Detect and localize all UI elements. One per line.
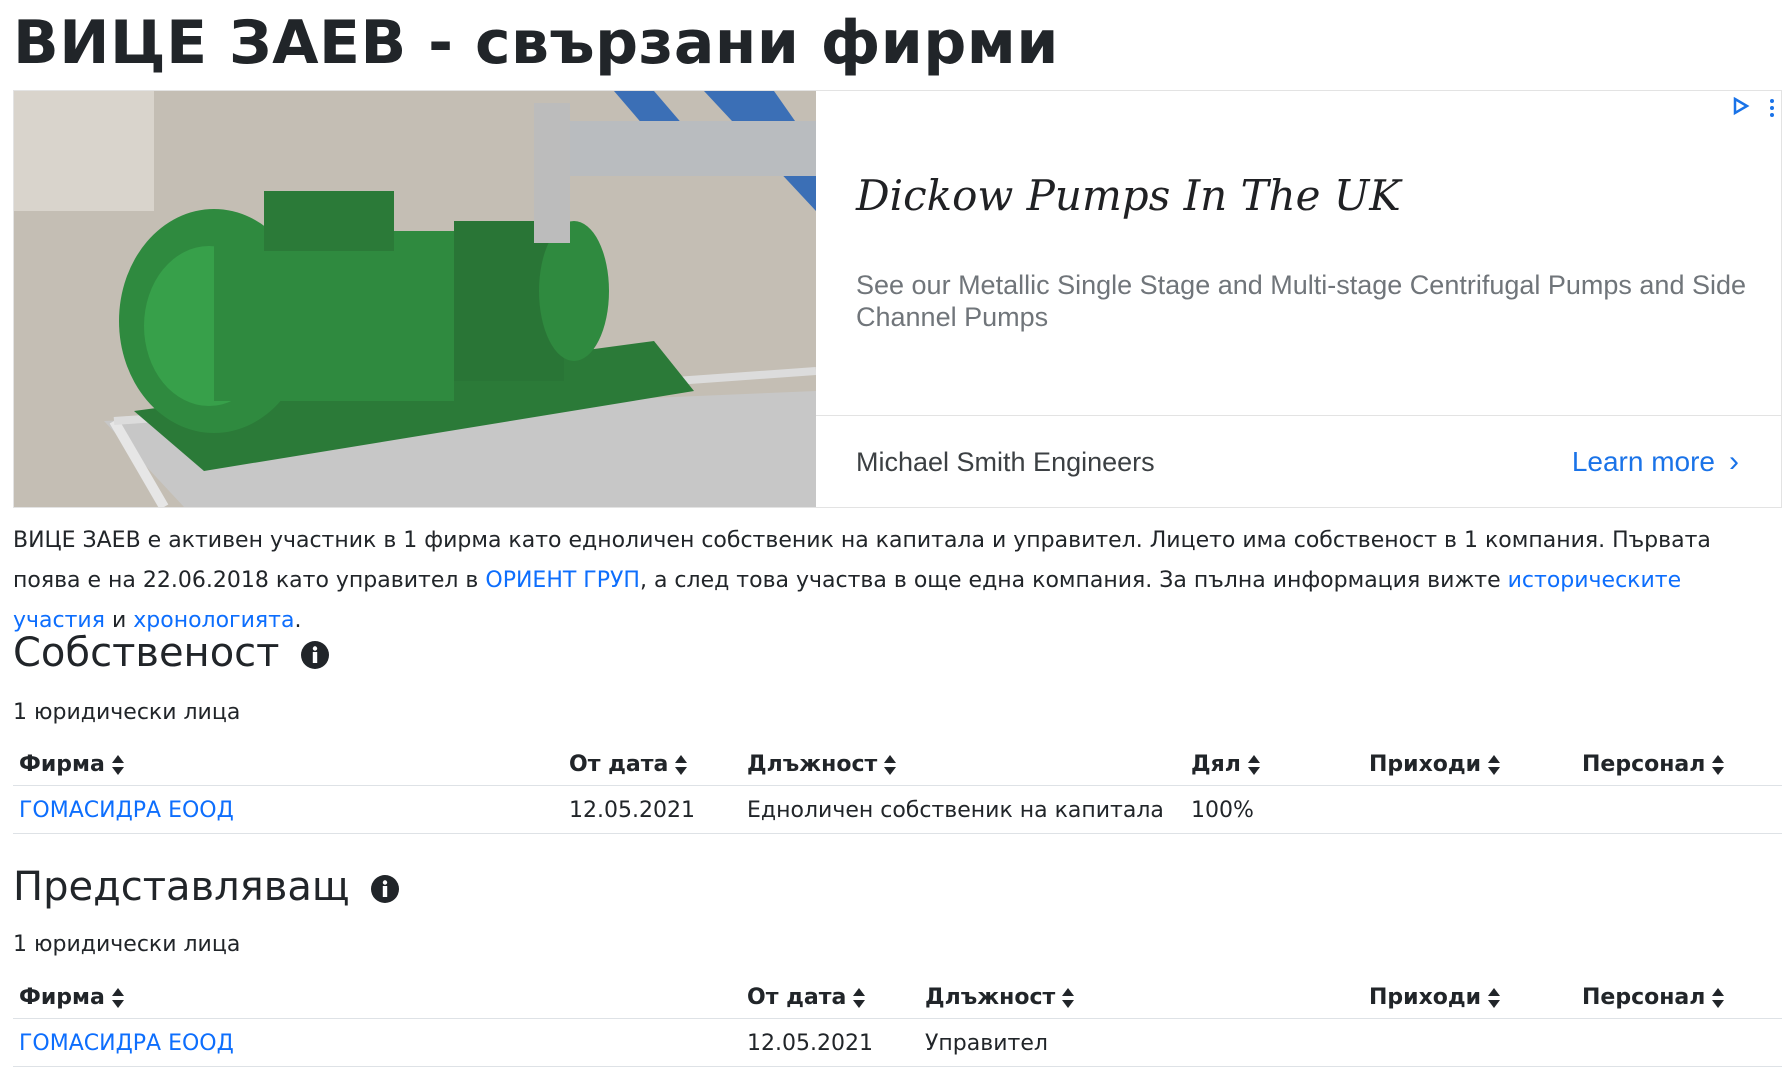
company-link[interactable]: ГОМАСИДРА ЕООД — [19, 1031, 234, 1056]
sort-icon[interactable] — [1487, 987, 1501, 1009]
staff-cell — [1576, 1018, 1782, 1067]
ad-advertiser[interactable]: Michael Smith Engineers — [856, 447, 1155, 478]
info-icon[interactable] — [370, 874, 400, 904]
ownership-heading: Собственост — [13, 630, 330, 676]
ad-banner[interactable]: Dickow Pumps In The UK See our Metallic … — [13, 90, 1782, 508]
sort-icon[interactable] — [1061, 987, 1075, 1009]
representative-table: Фирма От дата Длъжност Приходи Персонал … — [13, 975, 1782, 1067]
pump-illustration — [14, 91, 816, 507]
representative-heading: Представляващ — [13, 864, 400, 910]
col-header-role[interactable]: Длъжност — [919, 975, 1363, 1019]
col-header-company[interactable]: Фирма — [13, 975, 741, 1019]
ownership-title: Собственост — [13, 630, 280, 676]
role-cell: Едноличен собственик на капитала — [741, 785, 1185, 834]
ad-menu-icon[interactable] — [1767, 97, 1777, 119]
ownership-table: Фирма От дата Длъжност Дял Приходи Персо… — [13, 742, 1782, 834]
sort-icon[interactable] — [111, 754, 125, 776]
col-header-date[interactable]: От дата — [741, 975, 919, 1019]
representative-title: Представляващ — [13, 864, 350, 910]
chevron-right-icon: › — [1729, 445, 1739, 478]
date-cell: 12.05.2021 — [741, 1018, 919, 1067]
ad-text-panel[interactable]: Dickow Pumps In The UK See our Metallic … — [816, 91, 1781, 507]
col-header-revenue[interactable]: Приходи — [1363, 742, 1576, 786]
ad-image-pump[interactable] — [14, 91, 816, 507]
intro-paragraph: ВИЦЕ ЗАЕВ е активен участник в 1 фирма к… — [13, 521, 1753, 641]
role-cell: Управител — [919, 1018, 1363, 1067]
info-icon[interactable] — [300, 640, 330, 670]
table-row: ГОМАСИДРА ЕООД 12.05.2021 Едноличен собс… — [13, 785, 1782, 834]
table-row: ГОМАСИДРА ЕООД 12.05.2021 Управител — [13, 1018, 1782, 1067]
ownership-count: 1 юридически лица — [13, 700, 241, 725]
page: ВИЦЕ ЗАЕВ - свързани фирми Dickow Pumps … — [0, 0, 1782, 1080]
share-cell: 100% — [1185, 785, 1363, 834]
intro-text-2: , а след това участва в още една компани… — [639, 568, 1508, 593]
sort-icon[interactable] — [1247, 754, 1261, 776]
sort-icon[interactable] — [852, 987, 866, 1009]
adchoices-icon[interactable] — [1729, 95, 1751, 117]
col-header-revenue[interactable]: Приходи — [1363, 975, 1576, 1019]
col-header-date[interactable]: От дата — [563, 742, 741, 786]
ad-learn-more-label: Learn more — [1571, 446, 1715, 477]
col-header-role[interactable]: Длъжност — [741, 742, 1185, 786]
col-header-company[interactable]: Фирма — [13, 742, 563, 786]
representative-count: 1 юридически лица — [13, 932, 241, 957]
link-orient-grup[interactable]: ОРИЕНТ ГРУП — [485, 568, 640, 593]
revenue-cell — [1363, 785, 1576, 834]
sort-icon[interactable] — [1711, 754, 1725, 776]
company-link[interactable]: ГОМАСИДРА ЕООД — [19, 798, 234, 823]
sort-icon[interactable] — [111, 987, 125, 1009]
sort-icon[interactable] — [883, 754, 897, 776]
ad-headline[interactable]: Dickow Pumps In The UK — [856, 171, 1401, 220]
date-cell: 12.05.2021 — [563, 785, 741, 834]
col-header-share[interactable]: Дял — [1185, 742, 1363, 786]
staff-cell — [1576, 785, 1782, 834]
ad-description[interactable]: See our Metallic Single Stage and Multi-… — [856, 269, 1756, 333]
table-header-row: Фирма От дата Длъжност Приходи Персонал — [13, 975, 1782, 1019]
col-header-staff[interactable]: Персонал — [1576, 975, 1782, 1019]
revenue-cell — [1363, 1018, 1576, 1067]
sort-icon[interactable] — [1711, 987, 1725, 1009]
ad-learn-more-button[interactable]: Learn more › — [1572, 445, 1739, 479]
page-title: ВИЦЕ ЗАЕВ - свързани фирми — [13, 8, 1059, 78]
col-header-staff[interactable]: Персонал — [1576, 742, 1782, 786]
table-header-row: Фирма От дата Длъжност Дял Приходи Персо… — [13, 742, 1782, 786]
sort-icon[interactable] — [674, 754, 688, 776]
sort-icon[interactable] — [1487, 754, 1501, 776]
ad-divider — [816, 415, 1781, 416]
